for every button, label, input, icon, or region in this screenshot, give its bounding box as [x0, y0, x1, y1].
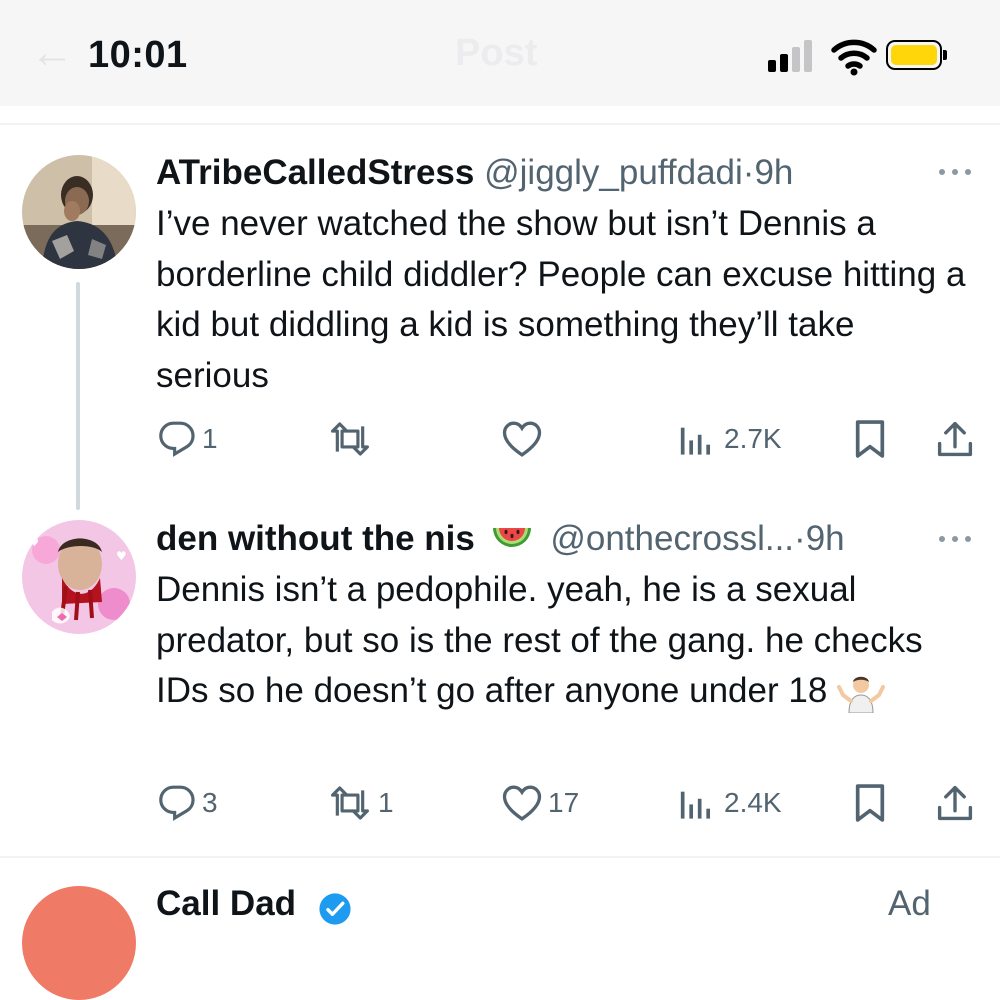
bookmark-icon: [855, 420, 885, 458]
views-chart-icon: [680, 427, 711, 455]
post-actions: 3 1 17 2.4K: [156, 780, 976, 826]
post-divider: [0, 856, 1000, 858]
post-header: den without the nis @onthecrossl...·9h: [156, 519, 845, 559]
more-options-icon[interactable]: [935, 524, 975, 554]
status-icons: [768, 36, 958, 76]
watermelon-emoji-icon: [492, 527, 531, 547]
post-header: ATribeCalledStress @jiggly_puffdadi·9h: [156, 153, 793, 193]
repost-icon: [331, 422, 369, 456]
share-icon: [937, 785, 973, 821]
display-name[interactable]: ATribeCalledStress: [156, 153, 474, 192]
reply-icon: [159, 421, 195, 457]
views-button[interactable]: 2.4K: [678, 780, 782, 826]
user-handle[interactable]: @onthecrossl...: [550, 519, 794, 558]
repost-button[interactable]: [328, 416, 378, 462]
signal-icon: [768, 40, 816, 72]
repost-icon: [331, 786, 369, 820]
header-title: Post: [455, 32, 538, 74]
wifi-icon: [830, 36, 878, 76]
reply-count: 1: [202, 423, 218, 454]
display-name[interactable]: den without the nis: [156, 519, 475, 558]
reply-button[interactable]: 3: [158, 780, 218, 826]
reply-icon: [159, 785, 195, 821]
bookmark-button[interactable]: [854, 416, 886, 462]
repost-button[interactable]: 1: [328, 780, 394, 826]
share-button[interactable]: [936, 780, 974, 826]
svg-text:♥: ♥: [30, 538, 39, 549]
view-count: 2.4K: [724, 787, 782, 818]
heart-icon: [502, 785, 542, 821]
bookmark-button[interactable]: [854, 780, 886, 826]
ad-label: Ad: [888, 884, 931, 923]
like-count: 17: [548, 787, 580, 818]
more-options-icon[interactable]: [935, 157, 975, 187]
header-divider: [0, 123, 1000, 125]
post-time[interactable]: 9h: [754, 153, 793, 192]
avatar[interactable]: ♥ ♥: [22, 520, 136, 634]
verified-badge-icon: [319, 893, 351, 925]
back-arrow-icon[interactable]: ←: [30, 30, 90, 76]
repost-count: 1: [378, 787, 394, 818]
post-time[interactable]: 9h: [806, 519, 845, 558]
meta-separator: ·: [794, 519, 806, 558]
like-button[interactable]: 17: [502, 780, 579, 826]
reply-count: 3: [202, 787, 218, 818]
post-text-content: Dennis isn’t a pedophile. yeah, he is a …: [156, 570, 923, 710]
view-count: 2.7K: [724, 423, 782, 454]
post-text: I’ve never watched the show but isn’t De…: [156, 204, 966, 395]
svg-text:♥: ♥: [116, 549, 127, 563]
status-time: 10:01: [88, 34, 188, 76]
meta-separator: ·: [742, 153, 755, 192]
share-icon: [937, 421, 973, 457]
heart-icon: [502, 421, 542, 457]
user-handle[interactable]: @jiggly_puffdadi: [484, 153, 743, 192]
thread-connector-line: [76, 282, 80, 510]
avatar[interactable]: [22, 155, 136, 269]
post-text: Dennis isn’t a pedophile. yeah, he is a …: [156, 565, 976, 717]
status-bar: ← Post 10:01: [0, 0, 1000, 106]
display-name[interactable]: Call Dad: [156, 884, 296, 924]
like-button[interactable]: [502, 416, 548, 462]
reply-button[interactable]: 1: [158, 416, 218, 462]
post-actions: 1 2.7K: [156, 416, 976, 462]
bookmark-icon: [855, 784, 885, 822]
share-button[interactable]: [936, 416, 974, 462]
person-shrugging-emoji-icon: [837, 676, 886, 713]
views-button[interactable]: 2.7K: [678, 416, 782, 462]
views-chart-icon: [680, 791, 711, 819]
battery-icon: [886, 40, 947, 70]
avatar[interactable]: [22, 886, 136, 1000]
